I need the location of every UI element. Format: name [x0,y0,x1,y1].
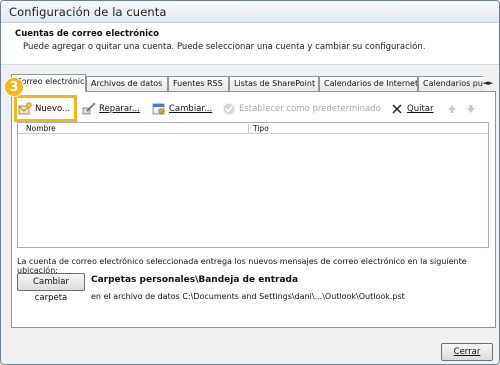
remove-button[interactable]: Quitar [390,99,433,119]
tab-data-files[interactable]: Archivos de datos [86,76,168,91]
set-default-button[interactable]: Establecer como predeterminado [222,99,381,119]
move-down-button[interactable] [464,99,478,119]
account-settings-window: Configuración de la cuenta Cuentas de co… [0,0,500,365]
tab-published-calendars-label: Calendarios publicad [423,79,483,88]
remove-x-icon [390,102,404,116]
change-button[interactable]: Cambiar... [152,99,212,119]
header-title: Cuentas de correo electrónico [15,29,159,39]
column-separator[interactable] [248,124,249,133]
tab-sharepoint-lists[interactable]: Listas de SharePoint [229,76,319,91]
email-tab-panel: Nuevo... Reparar... Cambiar... Establece… [11,91,496,328]
tab-published-calendars[interactable]: Calendarios publicad [418,76,483,91]
new-button-highlight [14,95,77,122]
column-header-name[interactable]: Nombre [26,123,56,134]
repair-icon [82,102,96,116]
list-header: Nombre Tipo [18,123,488,134]
account-toolbar: Nuevo... Reparar... Cambiar... Establece… [12,99,495,119]
tab-internet-calendars-label: Calendarios de Internet [324,79,418,88]
column-header-type[interactable]: Tipo [253,123,269,134]
move-up-button[interactable] [445,99,459,119]
header-area: Cuentas de correo electrónico Puede agre… [1,23,499,65]
tab-strip: Correo electrónico Archivos de datos Fue… [11,74,497,92]
tab-data-files-label: Archivos de datos [91,79,163,88]
data-file-path: en el archivo de datos C:\Documents and … [91,292,405,301]
tab-internet-calendars[interactable]: Calendarios de Internet [319,76,418,91]
change-settings-icon [152,102,166,116]
step-badge: 3 [4,77,24,97]
window-title: Configuración de la cuenta [9,5,167,19]
tab-rss-feeds[interactable]: Fuentes RSS [168,76,229,91]
tab-sharepoint-lists-label: Listas de SharePoint [234,79,316,88]
change-folder-button[interactable]: Cambiar carpeta [17,273,85,303]
header-description: Puede agregar o quitar una cuenta. Puede… [23,42,426,52]
close-label: Cerrar [453,347,481,357]
repair-button[interactable]: Reparar... [82,99,140,119]
tab-rss-feeds-label: Fuentes RSS [173,79,223,88]
close-button[interactable]: Cerrar [441,343,493,361]
title-bar[interactable]: Configuración de la cuenta [1,1,499,23]
arrow-up-icon [445,102,459,116]
arrow-down-icon [464,102,478,116]
tab-scroll-buttons: ◄► [479,77,497,89]
remove-label: Quitar [407,104,434,114]
tab-scroll-right-icon[interactable]: ► [488,79,493,87]
delivery-folder: Carpetas personales\Bandeja de entrada [91,275,299,285]
change-label: Cambiar... [169,104,213,114]
tab-email-label: Correo electrónico [16,77,86,86]
delivery-info-text: La cuenta de correo electrónico seleccio… [17,257,467,275]
checkmark-icon [222,102,236,116]
set-default-label: Establecer como predeterminado [239,104,381,114]
change-folder-label: Cambiar carpeta [33,277,69,303]
accounts-list[interactable]: Nombre Tipo [17,122,489,248]
repair-label: Reparar... [99,104,140,114]
